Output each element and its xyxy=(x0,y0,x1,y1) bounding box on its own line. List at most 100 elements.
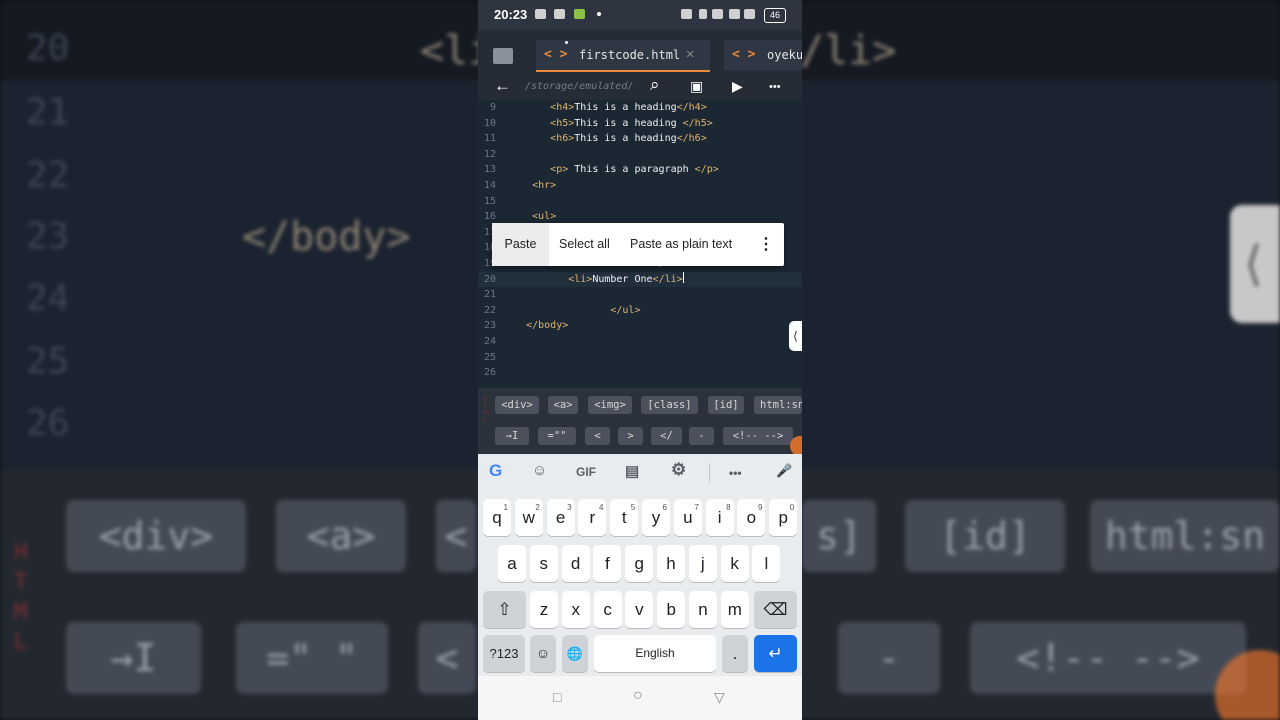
key-y[interactable]: y6 xyxy=(642,499,670,536)
snippet-comment[interactable]: <!-- --> xyxy=(723,427,793,445)
close-icon[interactable]: ✕ xyxy=(686,46,694,62)
tab-firstcode[interactable]: < > firstcode.html ✕ xyxy=(536,40,710,72)
code-line[interactable]: 14 <hr> xyxy=(478,178,802,194)
snippet-a[interactable]: <a> xyxy=(548,396,578,414)
key-label: g xyxy=(634,554,644,573)
more-vert-icon[interactable]: ⋮ xyxy=(758,223,774,266)
select-all-option[interactable]: Select all xyxy=(559,223,610,266)
key-e[interactable]: e3 xyxy=(546,499,575,536)
back-nav-icon[interactable]: □ xyxy=(553,689,561,705)
key-m[interactable]: m xyxy=(720,591,749,628)
key-u[interactable]: u7 xyxy=(673,499,702,536)
folder-icon[interactable] xyxy=(493,48,513,64)
language-key[interactable]: 🌐 xyxy=(562,635,588,672)
settings-icon[interactable]: ⚙ xyxy=(671,460,686,480)
key-z[interactable]: z xyxy=(530,591,558,628)
snippet-dash[interactable]: - xyxy=(689,427,714,445)
code-line[interactable]: 26 xyxy=(478,365,802,381)
symbols-key[interactable]: ?123 xyxy=(483,635,525,672)
code-line[interactable]: 23 </body> xyxy=(478,318,802,334)
tab-oyekum[interactable]: < > oyekum xyxy=(724,40,802,70)
back-arrow-icon[interactable]: ← xyxy=(494,76,511,96)
key-f[interactable]: f xyxy=(593,545,622,582)
key-c[interactable]: c xyxy=(593,591,622,628)
space-key[interactable]: English xyxy=(594,635,716,672)
mic-icon[interactable]: 🎤 xyxy=(776,463,792,479)
key-l[interactable]: l xyxy=(752,545,781,582)
snippet-id[interactable]: [id] xyxy=(708,396,744,414)
gif-icon[interactable]: GIF xyxy=(576,465,596,479)
key-p[interactable]: p0 xyxy=(769,499,798,536)
key-g[interactable]: g xyxy=(625,545,654,582)
key-h[interactable]: h xyxy=(657,545,685,582)
sticker-icon[interactable]: ☺ xyxy=(532,462,547,479)
key-x[interactable]: x xyxy=(561,591,590,628)
key-d[interactable]: d xyxy=(561,545,590,582)
key-v[interactable]: v xyxy=(625,591,654,628)
snippet-class[interactable]: [class] xyxy=(641,396,698,414)
shift-key[interactable]: ⇧ xyxy=(483,591,526,628)
snippet-div[interactable]: <div> xyxy=(495,396,539,414)
data-icon xyxy=(729,9,740,19)
paste-plain-option[interactable]: Paste as plain text xyxy=(630,223,732,266)
bg-vertical-letter: H xyxy=(14,540,28,565)
code-line[interactable]: 12 xyxy=(478,147,802,163)
save-icon[interactable]: ▣ xyxy=(690,78,703,95)
code-line[interactable]: 9 <h4>This is a heading</h4> xyxy=(478,100,802,116)
key-b[interactable]: b xyxy=(657,591,686,628)
line-source: <hr> xyxy=(502,178,556,194)
key-i[interactable]: i8 xyxy=(705,499,734,536)
key-q[interactable]: q1 xyxy=(483,499,511,536)
search-icon[interactable]: ⌕ xyxy=(650,75,660,95)
paste-option[interactable]: Paste xyxy=(492,223,549,266)
period-key[interactable]: . xyxy=(722,635,748,672)
snippet-close-tag[interactable]: </ xyxy=(651,427,682,445)
backspace-key[interactable]: ⌫ xyxy=(754,591,797,628)
snippet-html[interactable]: html:sn xyxy=(754,396,802,414)
snippet-img[interactable]: <img> xyxy=(588,396,632,414)
snippet-lt[interactable]: < xyxy=(585,427,610,445)
snippet-gt[interactable]: > xyxy=(618,427,643,445)
google-icon[interactable]: G xyxy=(489,461,502,481)
code-line[interactable]: 13 <p> This is a paragraph </p> xyxy=(478,162,802,178)
code-line[interactable]: 15 xyxy=(478,194,802,210)
recents-nav-icon[interactable]: ▽ xyxy=(714,689,725,706)
key-label: l xyxy=(764,554,769,573)
close-tag: </h6> xyxy=(676,133,707,145)
key-label: i xyxy=(717,508,722,527)
line-number: 23 xyxy=(483,320,496,332)
key-s[interactable]: s xyxy=(529,545,558,582)
key-label: ↵ xyxy=(768,644,783,663)
key-label: English xyxy=(635,646,675,660)
key-label: c xyxy=(603,600,612,619)
snippet-quotes[interactable]: ="" xyxy=(538,427,576,445)
more-icon[interactable]: ••• xyxy=(729,466,742,480)
key-o[interactable]: o9 xyxy=(737,499,766,536)
key-t[interactable]: t5 xyxy=(610,499,639,536)
code-line[interactable]: 20 <li>Number One</li> xyxy=(478,271,802,288)
bg-line-number: 26 xyxy=(26,403,70,444)
key-label: t xyxy=(621,508,627,527)
code-line[interactable]: 10 <h5>This is a heading </h5> xyxy=(478,116,802,132)
snippet-tab[interactable]: →I xyxy=(495,427,529,445)
code-line[interactable]: 22 </ul> xyxy=(478,303,802,319)
code-line[interactable]: 11 <h6>This is a heading</h6> xyxy=(478,131,802,147)
code-line[interactable]: 21 xyxy=(478,287,802,303)
key-a[interactable]: a xyxy=(498,545,526,582)
code-line[interactable]: 25 xyxy=(478,350,802,366)
run-icon[interactable]: ▶ xyxy=(732,78,743,95)
key-w[interactable]: w2 xyxy=(514,499,543,536)
key-label: f xyxy=(605,554,610,573)
code-line[interactable]: 24 xyxy=(478,334,802,350)
key-n[interactable]: n xyxy=(689,591,717,628)
key-k[interactable]: k xyxy=(720,545,749,582)
enter-key[interactable]: ↵ xyxy=(754,635,797,672)
key-j[interactable]: j xyxy=(688,545,717,582)
more-icon[interactable]: ••• xyxy=(769,81,781,93)
key-r[interactable]: r4 xyxy=(578,499,607,536)
clipboard-icon[interactable]: ▤ xyxy=(625,462,639,480)
home-nav-icon[interactable]: ○ xyxy=(633,687,643,705)
emoji-key[interactable]: ☺ xyxy=(530,635,556,672)
side-panel-handle[interactable]: ⟨ xyxy=(789,321,802,351)
